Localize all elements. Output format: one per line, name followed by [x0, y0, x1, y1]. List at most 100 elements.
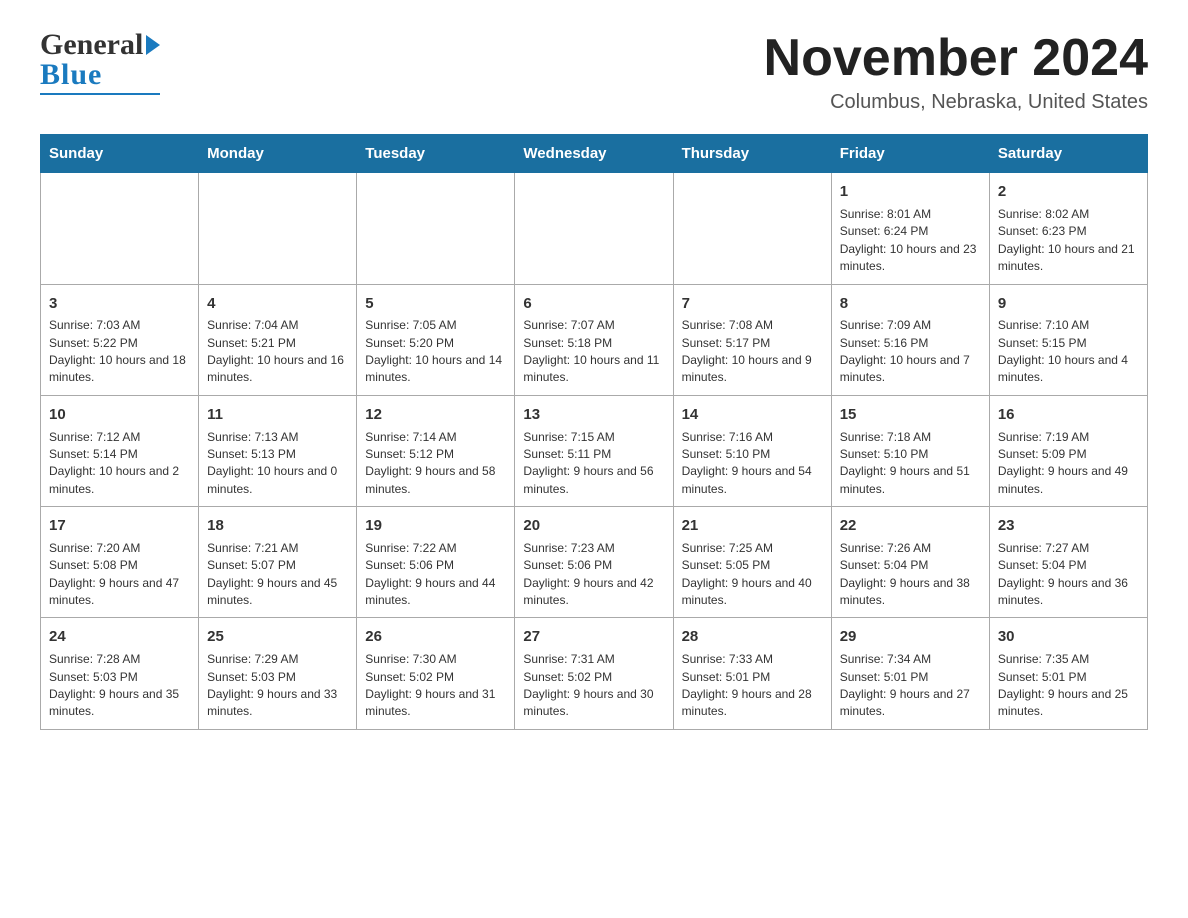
calendar-cell: [515, 173, 673, 284]
calendar-cell: 16 Sunrise: 7:19 AM Sunset: 5:09 PM Dayli…: [989, 395, 1147, 506]
calendar-cell: 12Sunrise: 7:14 AM Sunset: 5:12 PM Dayli…: [357, 395, 515, 506]
logo: General Blue: [40, 30, 160, 95]
day-info: Sunrise: 7:10 AM Sunset: 5:15 PM Dayligh…: [998, 317, 1139, 387]
week-row-2: 3Sunrise: 7:03 AM Sunset: 5:22 PM Daylig…: [41, 284, 1148, 395]
week-row-1: 1 Sunrise: 8:01 AM Sunset: 6:24 PM Daylig…: [41, 173, 1148, 284]
day-info: Sunrise: 7:13 AM Sunset: 5:13 PM Dayligh…: [207, 429, 348, 499]
calendar-cell: 3Sunrise: 7:03 AM Sunset: 5:22 PM Daylig…: [41, 284, 199, 395]
calendar-cell: 14 Sunrise: 7:16 AM Sunset: 5:10 PM Dayli…: [673, 395, 831, 506]
day-info: Sunrise: 7:03 AM Sunset: 5:22 PM Dayligh…: [49, 317, 190, 387]
logo-triangle-icon: [146, 35, 160, 55]
day-info: Sunrise: 7:04 AM Sunset: 5:21 PM Dayligh…: [207, 317, 348, 387]
calendar-cell: 24Sunrise: 7:28 AM Sunset: 5:03 PM Dayli…: [41, 618, 199, 729]
day-info: Sunrise: 7:31 AM Sunset: 5:02 PM Dayligh…: [523, 651, 664, 721]
week-row-3: 10 Sunrise: 7:12 AM Sunset: 5:14 PM Dayli…: [41, 395, 1148, 506]
day-number: 8: [840, 293, 981, 315]
day-number: 9: [998, 293, 1139, 315]
day-number: 20: [523, 515, 664, 537]
day-info: Sunrise: 7:18 AM Sunset: 5:10 PM Dayligh…: [840, 429, 981, 499]
day-number: 10: [49, 404, 190, 426]
day-number: 2: [998, 181, 1139, 203]
day-number: 21: [682, 515, 823, 537]
calendar-cell: 4Sunrise: 7:04 AM Sunset: 5:21 PM Daylig…: [199, 284, 357, 395]
day-info: Sunrise: 7:07 AM Sunset: 5:18 PM Dayligh…: [523, 317, 664, 387]
day-number: 1: [840, 181, 981, 203]
day-number: 18: [207, 515, 348, 537]
calendar-cell: 6Sunrise: 7:07 AM Sunset: 5:18 PM Daylig…: [515, 284, 673, 395]
calendar-cell: 29Sunrise: 7:34 AM Sunset: 5:01 PM Dayli…: [831, 618, 989, 729]
logo-underline: [40, 93, 160, 95]
day-number: 5: [365, 293, 506, 315]
calendar-cell: [199, 173, 357, 284]
day-info: Sunrise: 7:25 AM Sunset: 5:05 PM Dayligh…: [682, 540, 823, 610]
calendar-cell: 15Sunrise: 7:18 AM Sunset: 5:10 PM Dayli…: [831, 395, 989, 506]
day-number: 30: [998, 626, 1139, 648]
day-number: 25: [207, 626, 348, 648]
day-info: Sunrise: 7:08 AM Sunset: 5:17 PM Dayligh…: [682, 317, 823, 387]
calendar-cell: 28Sunrise: 7:33 AM Sunset: 5:01 PM Dayli…: [673, 618, 831, 729]
day-info: Sunrise: 7:22 AM Sunset: 5:06 PM Dayligh…: [365, 540, 506, 610]
logo-general-text: General: [40, 30, 143, 60]
calendar-cell: 18 Sunrise: 7:21 AM Sunset: 5:07 PM Dayli…: [199, 507, 357, 618]
day-number: 12: [365, 404, 506, 426]
calendar-cell: [357, 173, 515, 284]
day-number: 16: [998, 404, 1139, 426]
day-number: 19: [365, 515, 506, 537]
day-info: Sunrise: 7:16 AM Sunset: 5:10 PM Dayligh…: [682, 429, 823, 499]
title-area: November 2024 Columbus, Nebraska, United…: [764, 30, 1148, 114]
calendar-cell: 10 Sunrise: 7:12 AM Sunset: 5:14 PM Dayli…: [41, 395, 199, 506]
calendar-cell: 23Sunrise: 7:27 AM Sunset: 5:04 PM Dayli…: [989, 507, 1147, 618]
week-row-5: 24Sunrise: 7:28 AM Sunset: 5:03 PM Dayli…: [41, 618, 1148, 729]
day-info: Sunrise: 8:01 AM Sunset: 6:24 PM Dayligh…: [840, 206, 981, 276]
day-info: Sunrise: 7:34 AM Sunset: 5:01 PM Dayligh…: [840, 651, 981, 721]
calendar-cell: 27Sunrise: 7:31 AM Sunset: 5:02 PM Dayli…: [515, 618, 673, 729]
day-number: 13: [523, 404, 664, 426]
calendar-table: SundayMondayTuesdayWednesdayThursdayFrid…: [40, 134, 1148, 730]
weekday-header-saturday: Saturday: [989, 135, 1147, 173]
day-info: Sunrise: 7:12 AM Sunset: 5:14 PM Dayligh…: [49, 429, 190, 499]
calendar-cell: 21 Sunrise: 7:25 AM Sunset: 5:05 PM Dayli…: [673, 507, 831, 618]
day-info: Sunrise: 7:23 AM Sunset: 5:06 PM Dayligh…: [523, 540, 664, 610]
day-info: Sunrise: 7:20 AM Sunset: 5:08 PM Dayligh…: [49, 540, 190, 610]
day-number: 11: [207, 404, 348, 426]
day-number: 14: [682, 404, 823, 426]
day-info: Sunrise: 7:05 AM Sunset: 5:20 PM Dayligh…: [365, 317, 506, 387]
calendar-cell: 8Sunrise: 7:09 AM Sunset: 5:16 PM Daylig…: [831, 284, 989, 395]
day-number: 26: [365, 626, 506, 648]
calendar-cell: 11 Sunrise: 7:13 AM Sunset: 5:13 PM Dayli…: [199, 395, 357, 506]
calendar-cell: 1 Sunrise: 8:01 AM Sunset: 6:24 PM Daylig…: [831, 173, 989, 284]
weekday-header-friday: Friday: [831, 135, 989, 173]
calendar-cell: 13 Sunrise: 7:15 AM Sunset: 5:11 PM Dayli…: [515, 395, 673, 506]
day-number: 3: [49, 293, 190, 315]
day-number: 28: [682, 626, 823, 648]
day-number: 24: [49, 626, 190, 648]
calendar-cell: 26 Sunrise: 7:30 AM Sunset: 5:02 PM Dayli…: [357, 618, 515, 729]
location-subtitle: Columbus, Nebraska, United States: [764, 91, 1148, 114]
calendar-cell: 5Sunrise: 7:05 AM Sunset: 5:20 PM Daylig…: [357, 284, 515, 395]
day-info: Sunrise: 7:21 AM Sunset: 5:07 PM Dayligh…: [207, 540, 348, 610]
day-info: Sunrise: 7:09 AM Sunset: 5:16 PM Dayligh…: [840, 317, 981, 387]
day-info: Sunrise: 7:15 AM Sunset: 5:11 PM Dayligh…: [523, 429, 664, 499]
page-header: General Blue November 2024 Columbus, Neb…: [40, 30, 1148, 114]
weekday-header-row: SundayMondayTuesdayWednesdayThursdayFrid…: [41, 135, 1148, 173]
month-title: November 2024: [764, 30, 1148, 87]
weekday-header-thursday: Thursday: [673, 135, 831, 173]
calendar-cell: 30 Sunrise: 7:35 AM Sunset: 5:01 PM Dayli…: [989, 618, 1147, 729]
calendar-cell: 19 Sunrise: 7:22 AM Sunset: 5:06 PM Dayli…: [357, 507, 515, 618]
weekday-header-wednesday: Wednesday: [515, 135, 673, 173]
day-number: 4: [207, 293, 348, 315]
day-info: Sunrise: 7:19 AM Sunset: 5:09 PM Dayligh…: [998, 429, 1139, 499]
weekday-header-monday: Monday: [199, 135, 357, 173]
weekday-header-sunday: Sunday: [41, 135, 199, 173]
day-number: 7: [682, 293, 823, 315]
day-number: 17: [49, 515, 190, 537]
day-number: 6: [523, 293, 664, 315]
calendar-cell: [41, 173, 199, 284]
calendar-cell: 7Sunrise: 7:08 AM Sunset: 5:17 PM Daylig…: [673, 284, 831, 395]
calendar-cell: 22 Sunrise: 7:26 AM Sunset: 5:04 PM Dayli…: [831, 507, 989, 618]
day-info: Sunrise: 7:26 AM Sunset: 5:04 PM Dayligh…: [840, 540, 981, 610]
day-number: 22: [840, 515, 981, 537]
logo-blue-text: Blue: [40, 58, 102, 92]
day-info: Sunrise: 7:35 AM Sunset: 5:01 PM Dayligh…: [998, 651, 1139, 721]
day-info: Sunrise: 7:30 AM Sunset: 5:02 PM Dayligh…: [365, 651, 506, 721]
